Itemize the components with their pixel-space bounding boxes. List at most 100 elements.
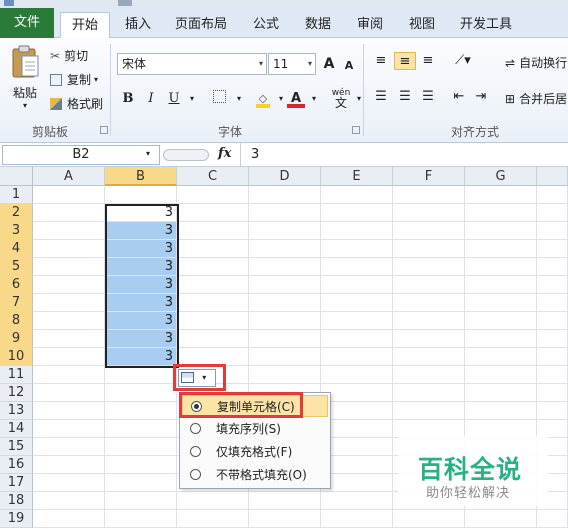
- paste-button[interactable]: 粘贴 ▾: [8, 44, 42, 114]
- cell-e15[interactable]: [321, 438, 393, 456]
- tab-developer[interactable]: 开发工具: [454, 12, 518, 38]
- cell-h6[interactable]: [537, 276, 568, 294]
- cell-c1[interactable]: [177, 186, 249, 204]
- cell-h4[interactable]: [537, 240, 568, 258]
- cell-d7[interactable]: [249, 294, 321, 312]
- cell-c2[interactable]: [177, 204, 249, 222]
- row-header-9[interactable]: 9: [0, 330, 33, 348]
- tab-file[interactable]: 文件: [0, 8, 54, 38]
- merge-center-button[interactable]: ⊞ 合并后居: [505, 90, 567, 107]
- autofill-options-button[interactable]: ▾: [178, 369, 216, 387]
- cell-a13[interactable]: [33, 402, 105, 420]
- cell-e3[interactable]: [321, 222, 393, 240]
- cell-h1[interactable]: [537, 186, 568, 204]
- cell-a6[interactable]: [33, 276, 105, 294]
- row-header-2[interactable]: 2: [0, 204, 33, 222]
- cell-f10[interactable]: [393, 348, 465, 366]
- cell-b1[interactable]: [105, 186, 177, 204]
- column-header-a[interactable]: A: [33, 167, 105, 186]
- cell-f3[interactable]: [393, 222, 465, 240]
- cell-c3[interactable]: [177, 222, 249, 240]
- cell-b5[interactable]: 3: [105, 258, 177, 276]
- cell-c7[interactable]: [177, 294, 249, 312]
- cell-b7[interactable]: 3: [105, 294, 177, 312]
- row-header-5[interactable]: 5: [0, 258, 33, 276]
- cell-e13[interactable]: [321, 402, 393, 420]
- align-right-button[interactable]: ☰: [419, 88, 437, 106]
- column-header-f[interactable]: F: [393, 167, 465, 186]
- cell-g1[interactable]: [465, 186, 537, 204]
- row-header-14[interactable]: 14: [0, 420, 33, 438]
- cell-h9[interactable]: [537, 330, 568, 348]
- cell-c18[interactable]: [177, 492, 249, 510]
- row-header-15[interactable]: 15: [0, 438, 33, 456]
- cell-b11[interactable]: [105, 366, 177, 384]
- column-header-e[interactable]: E: [321, 167, 393, 186]
- cell-a17[interactable]: [33, 474, 105, 492]
- row-header-6[interactable]: 6: [0, 276, 33, 294]
- cell-b8[interactable]: 3: [105, 312, 177, 330]
- cell-e7[interactable]: [321, 294, 393, 312]
- fill-color-button[interactable]: ◇: [254, 90, 272, 108]
- tab-home[interactable]: 开始: [60, 12, 110, 39]
- formula-input[interactable]: 3: [240, 143, 568, 167]
- cell-a2[interactable]: [33, 204, 105, 222]
- cell-d18[interactable]: [249, 492, 321, 510]
- cell-e12[interactable]: [321, 384, 393, 402]
- cell-b12[interactable]: [105, 384, 177, 402]
- cell-e4[interactable]: [321, 240, 393, 258]
- cell-g10[interactable]: [465, 348, 537, 366]
- column-header-d[interactable]: D: [249, 167, 321, 186]
- menu-item-fill-series[interactable]: 填充序列(S): [182, 418, 328, 440]
- format-painter-button[interactable]: 格式刷: [50, 95, 103, 112]
- cell-c6[interactable]: [177, 276, 249, 294]
- cell-b9[interactable]: 3: [105, 330, 177, 348]
- phonetic-dropdown-arrow-icon[interactable]: ▾: [350, 90, 368, 108]
- cell-h5[interactable]: [537, 258, 568, 276]
- cell-e17[interactable]: [321, 474, 393, 492]
- cell-c8[interactable]: [177, 312, 249, 330]
- cell-g19[interactable]: [465, 510, 537, 528]
- cell-g3[interactable]: [465, 222, 537, 240]
- cut-button[interactable]: ✂ 剪切: [50, 47, 88, 64]
- orientation-button[interactable]: ⟋▾: [450, 52, 476, 70]
- cell-a19[interactable]: [33, 510, 105, 528]
- cell-h3[interactable]: [537, 222, 568, 240]
- border-button[interactable]: [210, 90, 228, 108]
- cell-d10[interactable]: [249, 348, 321, 366]
- column-header-h[interactable]: [537, 167, 568, 186]
- tab-review[interactable]: 审阅: [350, 12, 390, 38]
- menu-item-fill-without-formatting[interactable]: 不带格式填充(O): [182, 464, 328, 486]
- cell-b14[interactable]: [105, 420, 177, 438]
- row-header-17[interactable]: 17: [0, 474, 33, 492]
- font-color-button[interactable]: A: [287, 90, 305, 108]
- cell-d4[interactable]: [249, 240, 321, 258]
- cell-f2[interactable]: [393, 204, 465, 222]
- cell-d2[interactable]: [249, 204, 321, 222]
- row-header-11[interactable]: 11: [0, 366, 33, 384]
- menu-item-fill-formatting-only[interactable]: 仅填充格式(F): [182, 441, 328, 463]
- cell-b19[interactable]: [105, 510, 177, 528]
- cell-f19[interactable]: [393, 510, 465, 528]
- cell-a15[interactable]: [33, 438, 105, 456]
- increase-indent-button[interactable]: ⇥: [472, 88, 490, 106]
- cell-g4[interactable]: [465, 240, 537, 258]
- align-left-button[interactable]: ☰: [372, 88, 390, 106]
- decrease-indent-button[interactable]: ⇤: [450, 88, 468, 106]
- row-header-18[interactable]: 18: [0, 492, 33, 510]
- cell-a5[interactable]: [33, 258, 105, 276]
- cell-e14[interactable]: [321, 420, 393, 438]
- row-header-19[interactable]: 19: [0, 510, 33, 528]
- cell-d19[interactable]: [249, 510, 321, 528]
- tab-formulas[interactable]: 公式: [246, 12, 286, 38]
- cell-f7[interactable]: [393, 294, 465, 312]
- cell-e10[interactable]: [321, 348, 393, 366]
- cell-c4[interactable]: [177, 240, 249, 258]
- font-color-dropdown-arrow-icon[interactable]: ▾: [305, 90, 323, 108]
- row-header-3[interactable]: 3: [0, 222, 33, 240]
- cell-g12[interactable]: [465, 384, 537, 402]
- italic-button[interactable]: I: [142, 90, 160, 108]
- border-dropdown-arrow-icon[interactable]: ▾: [230, 90, 248, 108]
- row-header-7[interactable]: 7: [0, 294, 33, 312]
- clipboard-launcher-icon[interactable]: [100, 126, 108, 134]
